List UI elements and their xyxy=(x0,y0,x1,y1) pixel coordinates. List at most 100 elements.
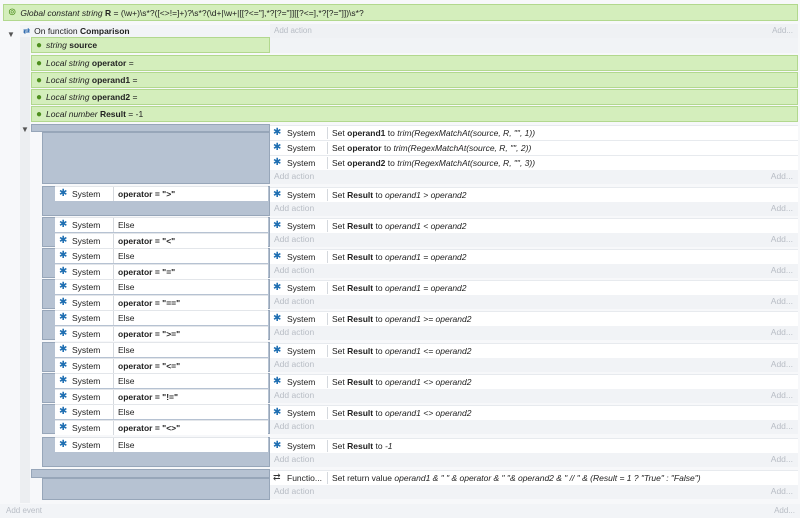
add-action-row[interactable]: Add action Add... xyxy=(270,295,798,309)
action-row[interactable]: ✱ System Set Result to operand1 <> operand… xyxy=(270,405,798,420)
condition-row[interactable]: ✱ System Else xyxy=(55,404,268,419)
system-gear-icon: ✱ xyxy=(59,188,68,199)
local-variable-row[interactable]: ● Local string operator = xyxy=(31,55,798,71)
add-more-link[interactable]: Add... xyxy=(771,296,793,306)
add-action-row[interactable]: Add action Add... xyxy=(270,326,798,340)
add-action-row[interactable]: Add action Add... xyxy=(270,420,798,434)
condition-row[interactable]: ✱ System Else xyxy=(55,279,268,294)
local-value: = xyxy=(132,92,138,102)
condition-row[interactable]: ✱ System Else xyxy=(55,373,268,388)
action-row[interactable]: ✱ System Set Result to operand1 >= operand… xyxy=(270,311,798,326)
add-action-row[interactable]: Add action Add... xyxy=(270,453,798,467)
return-block-condition-area[interactable] xyxy=(42,478,270,500)
add-more-link[interactable]: Add... xyxy=(771,203,793,213)
add-event-row[interactable]: Add event Add... xyxy=(0,504,800,518)
condition-row[interactable]: ✱ System Else xyxy=(55,217,268,232)
condition-row[interactable]: ✱ System operator = "!=" xyxy=(55,389,268,404)
action-text: Set Result to -1 xyxy=(332,441,393,451)
condition-row[interactable]: ✱ System Else xyxy=(55,437,268,452)
local-type: Local number xyxy=(46,109,98,119)
condition-row[interactable]: ✱ System Else xyxy=(55,342,268,357)
add-action-row[interactable]: Add action Add... xyxy=(270,358,798,372)
system-gear-icon: ✱ xyxy=(59,219,68,230)
local-variable-row[interactable]: ● Local string operand2 = xyxy=(31,89,798,105)
add-action-link[interactable]: Add action xyxy=(274,421,314,431)
system-gear-icon: ✱ xyxy=(273,282,282,293)
condition-row[interactable]: ✱ System operator = ">=" xyxy=(55,326,268,341)
action-row[interactable]: ✱ System Set Result to operand1 <> operand… xyxy=(270,374,798,389)
add-action-link[interactable]: Add action xyxy=(274,171,314,181)
function-parameter[interactable]: ● string source xyxy=(31,37,270,53)
action-row[interactable]: ✱ System Set Result to operand1 <= operand… xyxy=(270,343,798,358)
add-more-link[interactable]: Add... xyxy=(771,234,793,244)
system-gear-icon: ✱ xyxy=(59,312,68,323)
add-action-row[interactable]: Add action Add... xyxy=(270,264,798,278)
add-action-link[interactable]: Add action xyxy=(274,327,314,337)
add-event-link[interactable]: Add event xyxy=(6,506,42,515)
function-actions-area xyxy=(270,38,798,53)
function-add-action-row[interactable]: Add action Add... xyxy=(270,24,798,38)
add-more-link[interactable]: Add... xyxy=(771,454,793,464)
block-collapse-icon[interactable]: ▼ xyxy=(21,125,29,134)
return-action-row[interactable]: ⇄ Functio... Set return value operand1 & … xyxy=(270,470,798,485)
condition-row[interactable]: ✱ System operator = "=" xyxy=(55,264,268,279)
action-row[interactable]: ✱ System Set Result to -1 xyxy=(270,438,798,453)
collapse-toggle-icon[interactable]: ▼ xyxy=(7,30,15,39)
block-condition-header[interactable] xyxy=(31,124,270,132)
system-gear-icon: ✱ xyxy=(59,344,68,355)
add-more-link[interactable]: Add... xyxy=(771,265,793,275)
global-constant-row[interactable]: ⊚ Global constant string R = (\w+)\s*?([… xyxy=(3,4,798,21)
condition-row[interactable]: ✱ System Else xyxy=(55,310,268,325)
add-action-row[interactable]: Add action Add... xyxy=(270,202,798,216)
action-row[interactable]: ✱ System Set Result to operand1 > operand2 xyxy=(270,187,798,202)
add-more-link[interactable]: Add... xyxy=(772,26,793,35)
function-header[interactable]: ⇄ On function Comparison xyxy=(20,25,270,37)
add-action-row[interactable]: Add action Add... xyxy=(270,485,798,499)
condition-object: System xyxy=(72,220,101,230)
else-label: Else xyxy=(118,220,135,230)
action-row[interactable]: ✱ System Set operator to trim(RegexMatchA… xyxy=(270,140,798,155)
add-more-link[interactable]: Add... xyxy=(771,359,793,369)
local-variable-row[interactable]: ● Local number Result = -1 xyxy=(31,106,798,122)
add-action-link[interactable]: Add action xyxy=(274,359,314,369)
add-more-link[interactable]: Add... xyxy=(771,171,793,181)
condition-row[interactable]: ✱ System operator = "<>" xyxy=(55,420,268,435)
action-row[interactable]: ✱ System Set Result to operand1 = operand2 xyxy=(270,249,798,264)
add-action-link[interactable]: Add action xyxy=(274,486,314,496)
parameter-pin-icon: ● xyxy=(36,39,43,51)
add-more-link[interactable]: Add... xyxy=(771,327,793,337)
add-more-link[interactable]: Add... xyxy=(771,390,793,400)
system-gear-icon: ✱ xyxy=(273,313,282,324)
add-more-link[interactable]: Add... xyxy=(774,506,795,515)
action-row[interactable]: ✱ System Set Result to operand1 = operand2 xyxy=(270,280,798,295)
system-gear-icon: ✱ xyxy=(273,251,282,262)
add-action-row[interactable]: Add action Add... xyxy=(270,233,798,247)
add-action-row[interactable]: Add action Add... xyxy=(270,170,798,184)
add-action-link[interactable]: Add action xyxy=(274,234,314,244)
add-action-row[interactable]: Add action Add... xyxy=(270,389,798,403)
condition-row[interactable]: ✱ System operator = "==" xyxy=(55,295,268,310)
action-row[interactable]: ✱ System Set operand2 to trim(RegexMatchA… xyxy=(270,155,798,170)
local-variable-row[interactable]: ● Local string operand1 = xyxy=(31,72,798,88)
action-row[interactable]: ✱ System Set operand1 to trim(RegexMatchA… xyxy=(270,125,798,140)
condition-row[interactable]: ✱ System operator = "<" xyxy=(55,233,268,248)
action-text: Set operator to trim(RegexMatchAt(source… xyxy=(332,143,532,153)
add-action-link[interactable]: Add action xyxy=(274,296,314,306)
block-condition-area[interactable] xyxy=(42,132,270,184)
add-action-link[interactable]: Add action xyxy=(274,265,314,275)
add-action-link[interactable]: Add action xyxy=(274,390,314,400)
condition-row[interactable]: ✱ System operator = ">" xyxy=(55,186,268,201)
add-action-link[interactable]: Add action xyxy=(274,454,314,464)
add-action-link[interactable]: Add action xyxy=(274,203,314,213)
action-row[interactable]: ✱ System Set Result to operand1 < operand2 xyxy=(270,218,798,233)
system-gear-icon: ✱ xyxy=(273,440,282,451)
system-gear-icon: ✱ xyxy=(59,422,68,433)
add-more-link[interactable]: Add... xyxy=(771,421,793,431)
add-action-link[interactable]: Add action xyxy=(274,26,312,35)
system-gear-icon: ✱ xyxy=(273,142,282,153)
condition-row[interactable]: ✱ System Else xyxy=(55,248,268,263)
return-block-header[interactable] xyxy=(31,469,270,478)
system-gear-icon: ✱ xyxy=(59,439,68,450)
condition-row[interactable]: ✱ System operator = "<=" xyxy=(55,358,268,373)
add-more-link[interactable]: Add... xyxy=(771,486,793,496)
